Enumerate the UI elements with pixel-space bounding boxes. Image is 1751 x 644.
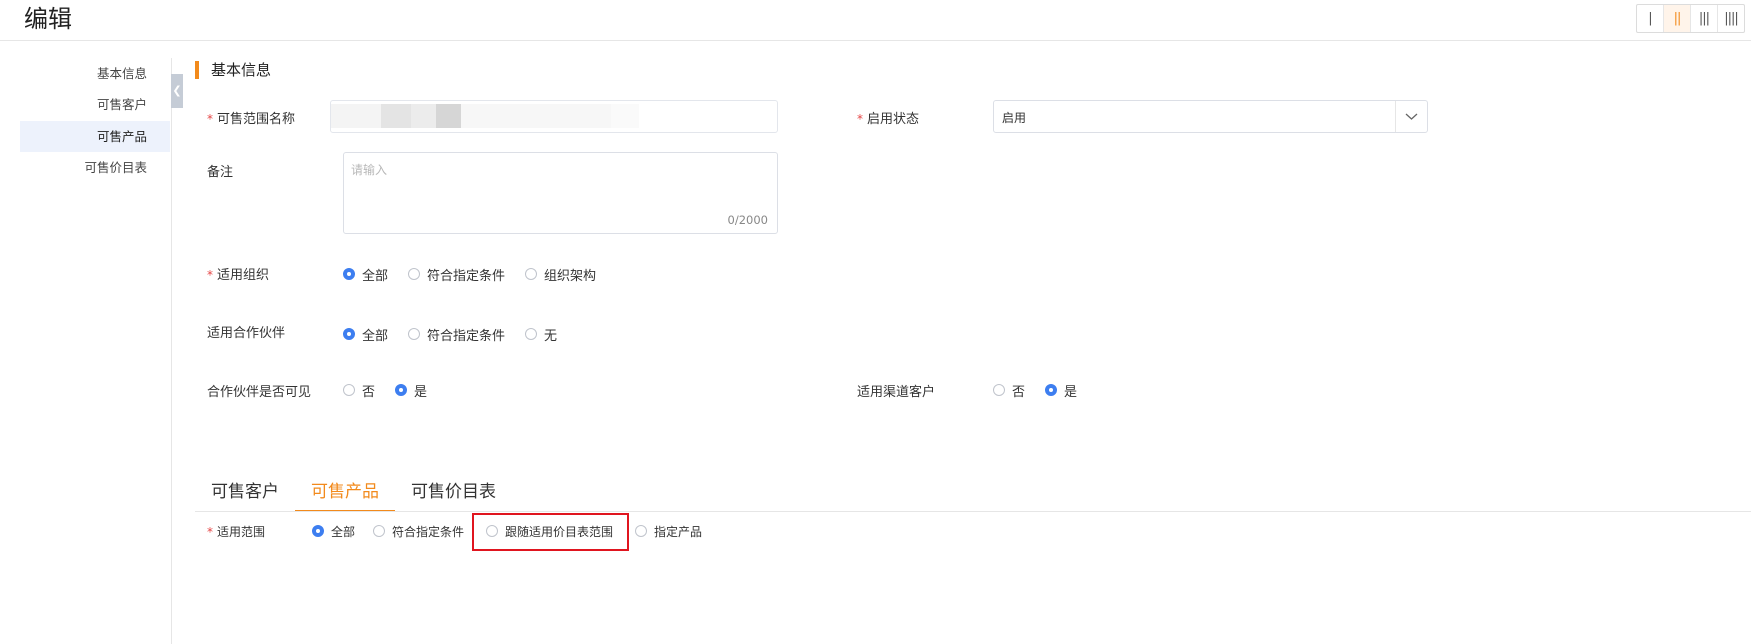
radio-unchecked-icon xyxy=(408,328,421,340)
tab-sellable-products[interactable]: 可售产品 xyxy=(295,472,395,512)
radio-label: 是 xyxy=(1064,384,1078,400)
layout-4-column-button[interactable]: |||| xyxy=(1718,5,1744,32)
channel-customer-radio-group: 否 是 xyxy=(993,380,1097,400)
chevron-left-icon[interactable]: ❮ xyxy=(171,74,183,108)
partner-visible-option-yes[interactable]: 是 xyxy=(395,381,427,400)
page-title: 编辑 xyxy=(24,5,72,33)
remark-placeholder: 请输入 xyxy=(351,163,388,177)
status-label: 启用状态 xyxy=(857,108,919,127)
status-label-text: 启用状态 xyxy=(867,112,920,127)
radio-checked-icon xyxy=(395,384,408,396)
tabs-divider xyxy=(195,511,1751,512)
org-option-structure[interactable]: 组织架构 xyxy=(525,265,596,284)
radio-unchecked-icon xyxy=(525,268,538,280)
radio-label: 组织架构 xyxy=(544,268,597,284)
partner-visible-option-no[interactable]: 否 xyxy=(343,381,375,400)
radio-unchecked-icon xyxy=(343,384,355,396)
redacted-block xyxy=(331,104,381,128)
radio-label: 全部 xyxy=(362,328,389,344)
radio-unchecked-icon xyxy=(525,328,538,340)
sidebar-divider xyxy=(171,58,172,644)
range-name-label-text: 可售范围名称 xyxy=(217,112,296,127)
channel-customer-label: 适用渠道客户 xyxy=(857,385,936,400)
radio-checked-icon xyxy=(343,268,355,280)
tab-sellable-price-list[interactable]: 可售价目表 xyxy=(395,472,512,512)
highlight-annotation-box xyxy=(472,513,629,551)
radio-label: 全部 xyxy=(331,524,356,539)
org-radio-group: 全部 符合指定条件 组织架构 xyxy=(343,264,616,284)
radio-unchecked-icon xyxy=(408,268,421,280)
detail-tabs: 可售客户 可售产品 可售价目表 xyxy=(195,472,512,512)
layout-2-column-button[interactable]: || xyxy=(1664,5,1691,32)
radio-unchecked-icon xyxy=(635,525,648,537)
product-scope-option-all[interactable]: 全部 xyxy=(312,523,355,540)
chevron-down-icon xyxy=(1405,113,1418,120)
product-scope-label: 适用范围 xyxy=(207,523,265,540)
product-scope-option-specified-products[interactable]: 指定产品 xyxy=(635,523,702,540)
org-option-conditions[interactable]: 符合指定条件 xyxy=(408,265,505,284)
radio-label: 符合指定条件 xyxy=(427,328,506,344)
radio-label: 符合指定条件 xyxy=(427,268,506,284)
sidebar-item-sellable-products[interactable]: 可售产品 xyxy=(20,121,170,152)
section-title: 基本信息 xyxy=(195,61,271,79)
org-label-text: 适用组织 xyxy=(217,268,270,283)
org-option-all[interactable]: 全部 xyxy=(343,265,388,284)
remark-char-counter: 0/2000 xyxy=(727,213,768,227)
tab-sellable-customers[interactable]: 可售客户 xyxy=(195,472,295,512)
layout-1-column-button[interactable]: | xyxy=(1637,5,1664,32)
radio-unchecked-icon xyxy=(373,525,386,537)
partner-option-all[interactable]: 全部 xyxy=(343,325,388,344)
partner-option-conditions[interactable]: 符合指定条件 xyxy=(408,325,505,344)
radio-label: 是 xyxy=(414,384,428,400)
redacted-block xyxy=(436,104,461,128)
radio-label: 符合指定条件 xyxy=(392,524,465,539)
layout-column-switch: | || ||| |||| xyxy=(1636,4,1745,33)
layout-3-column-button[interactable]: ||| xyxy=(1691,5,1718,32)
range-name-label: 可售范围名称 xyxy=(207,108,295,127)
status-select[interactable]: 启用 xyxy=(993,100,1428,133)
radio-label: 全部 xyxy=(362,268,389,284)
status-select-value: 启用 xyxy=(1002,111,1027,125)
org-label: 适用组织 xyxy=(207,264,269,283)
radio-label: 指定产品 xyxy=(654,524,703,539)
remark-textarea[interactable]: 请输入 0/2000 xyxy=(343,152,778,234)
product-scope-label-text: 适用范围 xyxy=(217,525,266,539)
sidebar-item-basic-info[interactable]: 基本信息 xyxy=(20,58,170,89)
radio-checked-icon xyxy=(312,525,324,537)
partner-label: 适用合作伙伴 xyxy=(207,326,286,341)
partner-visible-radio-group: 否 是 xyxy=(343,380,447,400)
remark-label: 备注 xyxy=(207,165,234,180)
sidebar-item-sellable-customers[interactable]: 可售客户 xyxy=(20,89,170,120)
redacted-block xyxy=(611,104,639,128)
range-name-input[interactable] xyxy=(330,100,778,133)
product-scope-option-conditions[interactable]: 符合指定条件 xyxy=(373,523,464,540)
radio-checked-icon xyxy=(343,328,355,340)
partner-option-none[interactable]: 无 xyxy=(525,325,557,344)
channel-customer-option-yes[interactable]: 是 xyxy=(1045,381,1077,400)
radio-label: 无 xyxy=(544,328,558,344)
partner-radio-group: 全部 符合指定条件 无 xyxy=(343,324,577,344)
radio-label: 否 xyxy=(1012,384,1026,400)
radio-unchecked-icon xyxy=(993,384,1005,396)
redacted-block xyxy=(411,104,436,128)
page-header xyxy=(0,0,1751,41)
sidebar-item-sellable-price-list[interactable]: 可售价目表 xyxy=(20,152,170,183)
redacted-block xyxy=(381,104,411,128)
status-select-arrow[interactable] xyxy=(1395,101,1427,132)
partner-visible-label: 合作伙伴是否可见 xyxy=(207,385,312,400)
radio-checked-icon xyxy=(1045,384,1058,396)
channel-customer-option-no[interactable]: 否 xyxy=(993,381,1025,400)
radio-label: 否 xyxy=(362,384,376,400)
redacted-block xyxy=(461,104,611,128)
